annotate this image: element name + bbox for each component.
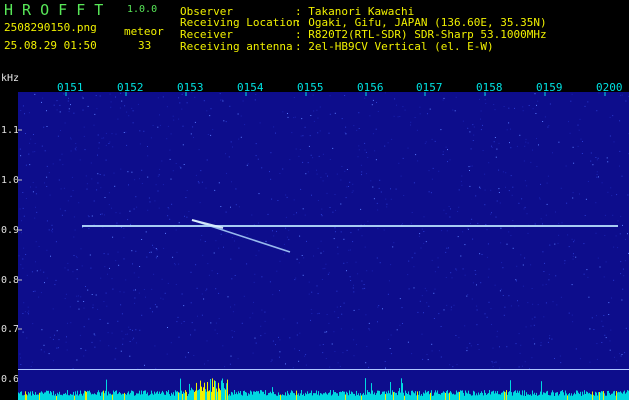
file-name: 2508290150.png xyxy=(4,21,97,34)
y-axis-unit: kHz xyxy=(1,73,20,84)
y-tick-label: 0.6 xyxy=(1,374,20,385)
y-ticks xyxy=(18,129,22,330)
date-time: 25.08.29 01:50 xyxy=(4,39,97,52)
y-tick-label: 0.9 xyxy=(1,225,20,236)
histogram-bars xyxy=(18,378,629,400)
spectrogram-window: H R O F F T 1.0.0 2508290150.png meteor … xyxy=(0,0,629,400)
info-label-location: Receiving Location xyxy=(180,16,300,29)
y-tick-label: 0.8 xyxy=(1,275,20,286)
y-tick-label: 1.0 xyxy=(1,175,20,186)
app-version: 1.0.0 xyxy=(127,4,158,15)
minute-ticks xyxy=(65,92,606,96)
app-title: H R O F F T xyxy=(4,1,104,19)
meteor-label: meteor xyxy=(124,25,164,38)
info-value-antenna: : 2el-HB9CV Vertical (el. E-W) xyxy=(295,40,494,53)
info-value-location: : Ogaki, Gifu, JAPAN (136.60E, 35.35N) xyxy=(295,16,547,29)
noise-speckles xyxy=(18,92,629,370)
info-label-receiver: Receiver xyxy=(180,28,233,41)
info-value-receiver: : R820T2(RTL-SDR) SDR-Sharp 53.1000MHz xyxy=(295,28,547,41)
info-label-antenna: Receiving antenna xyxy=(180,40,293,53)
signal-histogram xyxy=(18,370,629,400)
spectrogram-plot xyxy=(18,92,629,370)
y-tick-label: 1.1 xyxy=(1,125,20,136)
y-tick-label: 0.7 xyxy=(1,324,20,335)
meteor-count: 33 xyxy=(138,39,152,52)
